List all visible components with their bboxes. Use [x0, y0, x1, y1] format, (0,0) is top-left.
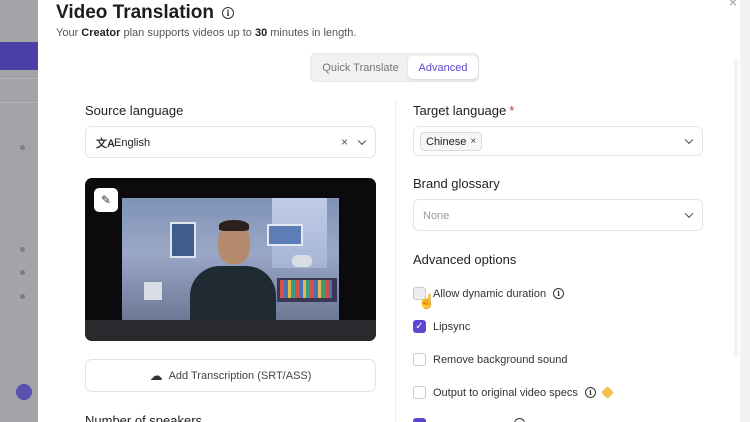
translate-icon: 文A: [96, 138, 115, 150]
tab-quick-translate[interactable]: Quick Translate: [313, 56, 408, 79]
checkbox[interactable]: ✓: [413, 320, 426, 333]
clear-icon[interactable]: ×: [341, 135, 348, 149]
premium-gem-icon: [601, 386, 614, 399]
sidebar-dot: [20, 145, 25, 150]
modal-scrollbar[interactable]: [734, 58, 738, 358]
option-label: Remove background sound: [433, 353, 568, 366]
chevron-down-icon[interactable]: [684, 135, 694, 145]
checkbox[interactable]: [413, 386, 426, 399]
target-language-label: Target language *: [413, 103, 514, 118]
plan-minutes: 30: [254, 27, 268, 39]
sidebar-divider: [0, 102, 38, 103]
video-preview[interactable]: ✎: [85, 178, 376, 341]
source-language-select[interactable]: 文A English ×: [85, 126, 376, 158]
brand-glossary-value: None: [423, 210, 450, 222]
sidebar-dot: [20, 247, 25, 252]
source-language-value: English: [114, 137, 151, 149]
column-divider: [395, 100, 396, 422]
sidebar-dot: [20, 294, 25, 299]
option-label: Lipsync: [433, 320, 471, 333]
hand-cursor-icon: ☝: [418, 293, 436, 309]
subtitle-prefix: Your: [56, 27, 82, 39]
option-remove-background-sound: Remove background sound: [413, 353, 568, 366]
brand-glossary-label: Brand glossary: [413, 176, 500, 191]
wall-picture: [170, 222, 196, 258]
video-translation-modal: × Video Translation i Your Creator plan …: [38, 0, 740, 422]
info-icon[interactable]: i: [584, 387, 596, 398]
subtitle-middle: plan supports videos up to: [120, 27, 255, 39]
sidebar-active-item: [0, 42, 38, 70]
speakers-label: Number of speakers: [85, 413, 203, 422]
video-controls-bar[interactable]: [85, 320, 376, 341]
checkbox-partial[interactable]: [413, 418, 426, 422]
info-icon-partial: [514, 418, 525, 422]
user-avatar: [16, 384, 32, 400]
target-language-select[interactable]: Chinese ×: [413, 126, 703, 156]
close-icon[interactable]: ×: [726, 0, 740, 10]
sidebar-dot: [20, 270, 25, 275]
chevron-down-icon[interactable]: [357, 136, 367, 146]
subtitle-suffix: minutes in length.: [267, 27, 357, 39]
language-chip: Chinese ×: [420, 132, 483, 151]
option-original-video-specs: Output to original video specs i: [413, 386, 614, 399]
tab-advanced[interactable]: Advanced: [408, 56, 478, 79]
cloud-upload-icon: ☁: [149, 367, 163, 383]
info-icon[interactable]: i: [222, 7, 235, 19]
lamp: [144, 282, 162, 300]
app-sidebar: [0, 0, 38, 422]
option-dynamic-duration: Allow dynamic duration i: [413, 287, 565, 300]
option-label: Allow dynamic duration: [433, 287, 547, 300]
microphone: [292, 255, 312, 267]
edit-video-button[interactable]: ✎: [94, 188, 118, 212]
option-label: Output to original video specs: [433, 386, 578, 399]
modal-header: Video Translation i: [56, 2, 235, 24]
required-mark: *: [509, 103, 515, 118]
books: [280, 280, 332, 298]
language-chip-label: Chinese: [426, 135, 467, 148]
mode-switcher: Quick Translate Advanced: [310, 53, 479, 82]
speaker-hair: [219, 220, 249, 231]
chevron-down-icon[interactable]: [684, 209, 694, 219]
video-frame: [122, 198, 339, 320]
add-transcription-button[interactable]: ☁ Add Transcription (SRT/ASS): [85, 359, 376, 392]
wall-picture: [267, 224, 303, 246]
sidebar-divider: [0, 78, 38, 79]
target-language-label-text: Target language: [413, 103, 507, 118]
info-icon[interactable]: i: [553, 288, 565, 299]
plan-description: Your Creator plan supports videos up to …: [56, 27, 356, 39]
pencil-icon: ✎: [100, 193, 112, 207]
checkbox[interactable]: [413, 353, 426, 366]
modal-title: Video Translation: [56, 2, 215, 23]
remove-chip-icon[interactable]: ×: [470, 136, 476, 147]
option-lipsync: ✓ Lipsync: [413, 320, 470, 333]
source-language-label: Source language: [85, 103, 184, 118]
speaker-body: [190, 266, 276, 320]
add-transcription-label: Add Transcription (SRT/ASS): [168, 369, 312, 382]
advanced-options-label: Advanced options: [413, 252, 517, 267]
brand-glossary-select[interactable]: None: [413, 199, 703, 231]
plan-name: Creator: [81, 27, 121, 39]
